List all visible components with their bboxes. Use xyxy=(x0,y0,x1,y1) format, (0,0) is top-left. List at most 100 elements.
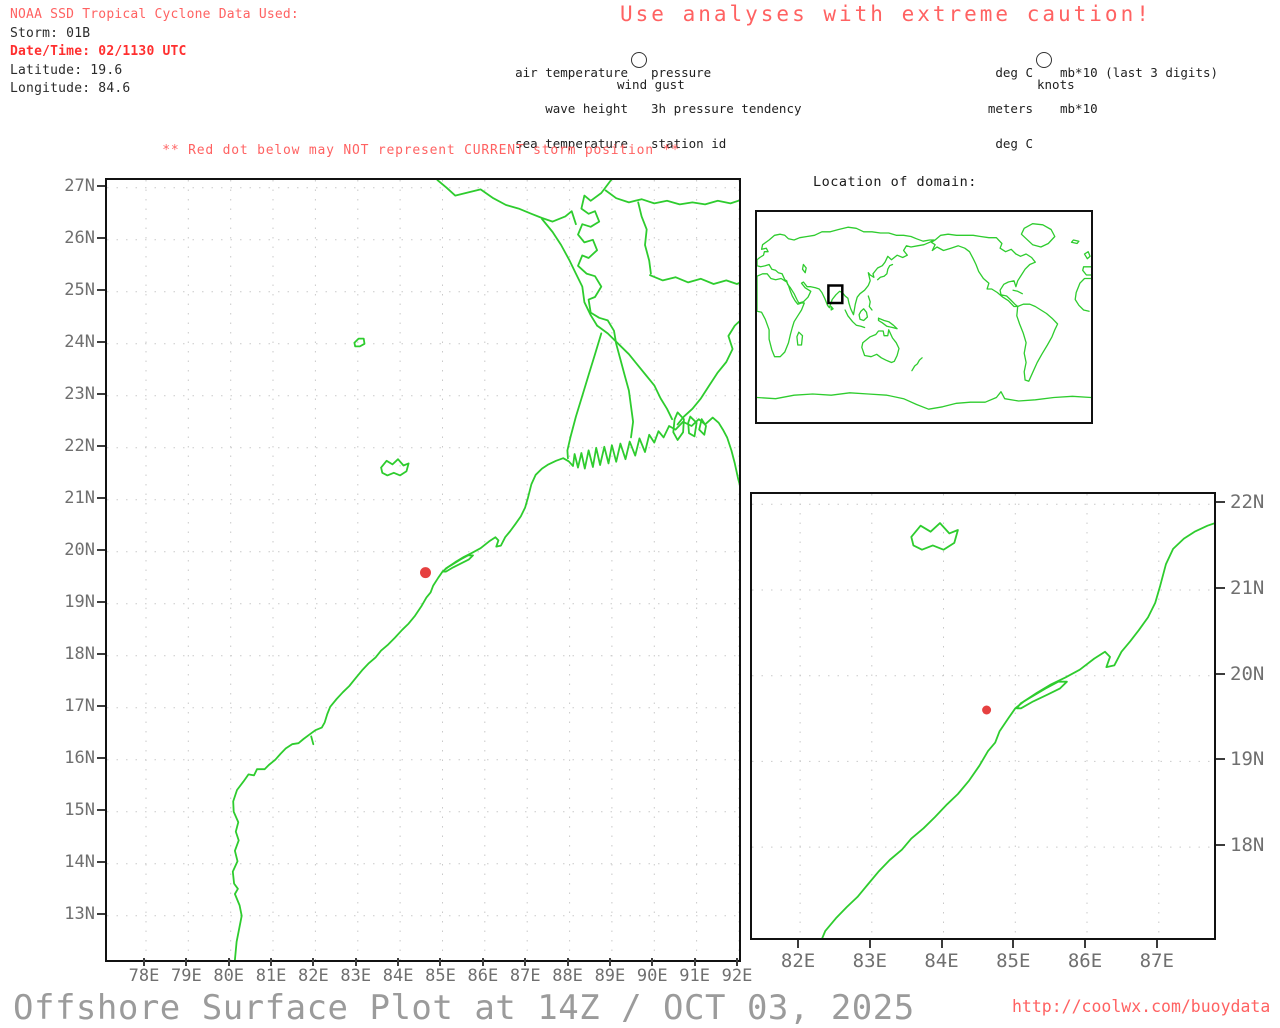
lon-tick-mark xyxy=(482,958,484,966)
coastline-path xyxy=(437,180,576,224)
lat-tick-mark xyxy=(97,497,105,499)
storm-dot xyxy=(982,706,991,715)
lat-tick-mark xyxy=(1216,587,1225,589)
lon-tick-mark xyxy=(185,958,187,966)
legend-unit-knots: knots xyxy=(1037,79,1075,91)
station-circle-icon xyxy=(631,52,647,68)
lat-tick-label: 18N xyxy=(55,644,95,664)
lon-tick-label: 78E xyxy=(122,966,166,986)
lat-tick-label: 17N xyxy=(55,696,95,716)
legend-right-right-column: mb*10 (last 3 digits) mb*10 xyxy=(1060,43,1218,138)
lat-tick-mark xyxy=(97,549,105,551)
legend-right-left-column: deg C meters deg C xyxy=(953,43,1033,174)
lat-tick-mark xyxy=(97,237,105,239)
legend-label: air temperature xyxy=(450,67,628,79)
coastline-path xyxy=(862,330,899,363)
lon-tick-mark xyxy=(1012,940,1014,948)
lat-tick-label: 24N xyxy=(55,332,95,352)
coastline-path xyxy=(912,358,922,371)
coastline-path xyxy=(911,523,958,550)
coastline-path xyxy=(311,736,313,744)
plot-title: Offshore Surface Plot at 14Z / OCT 03, 2… xyxy=(13,988,915,1028)
world-inset-title: Location of domain: xyxy=(813,174,977,190)
coastline-path xyxy=(542,219,597,326)
lon-tick-label: 82E xyxy=(773,950,823,972)
lat-tick-mark xyxy=(97,445,105,447)
coastline-path xyxy=(688,417,696,437)
coastline-path xyxy=(381,459,409,475)
lat-tick-mark xyxy=(97,185,105,187)
coastline-path xyxy=(567,333,601,458)
zoom-inset-map xyxy=(750,492,1216,940)
lon-tick-mark xyxy=(228,958,230,966)
lat-tick-label: 22N xyxy=(55,436,95,456)
coastline-path xyxy=(699,419,706,435)
coastline-path xyxy=(868,296,872,310)
coastline-path xyxy=(1075,279,1091,312)
coastline-path xyxy=(354,339,364,347)
coastline-path xyxy=(1085,252,1091,259)
lon-tick-mark xyxy=(797,940,799,948)
coastline-path xyxy=(650,275,739,284)
legend-unit: meters xyxy=(953,103,1033,115)
lon-tick-label: 81E xyxy=(249,966,293,986)
coastline-path xyxy=(443,555,473,571)
coastline-path xyxy=(1017,682,1067,709)
main-map xyxy=(105,178,741,962)
legend-label-wind-gust: wind gust xyxy=(617,79,685,91)
lat-tick-mark xyxy=(97,809,105,811)
coastline-path xyxy=(797,332,803,345)
lat-tick-label: 27N xyxy=(55,176,95,196)
page: { "colors": { "coast_green": "#2ecc2e", … xyxy=(0,0,1280,1024)
lat-tick-label: 15N xyxy=(55,800,95,820)
coastline-path xyxy=(1017,304,1058,381)
legend-unit: mb*10 xyxy=(1060,103,1218,115)
lat-tick-label: 13N xyxy=(55,904,95,924)
lon-tick-mark xyxy=(270,958,272,966)
lat-tick-mark xyxy=(97,653,105,655)
lat-tick-label: 16N xyxy=(55,748,95,768)
lon-tick-label: 89E xyxy=(588,966,632,986)
lon-tick-label: 80E xyxy=(207,966,251,986)
lat-tick-label: 21N xyxy=(55,488,95,508)
coastline-path xyxy=(597,326,672,420)
legend-unit: deg C xyxy=(953,138,1033,150)
coastline-path xyxy=(1072,240,1079,244)
lat-tick-label: 19N xyxy=(55,592,95,612)
lon-tick-label: 86E xyxy=(1060,950,1110,972)
lon-tick-label: 87E xyxy=(1132,950,1182,972)
lon-tick-mark xyxy=(869,940,871,948)
lon-tick-mark xyxy=(355,958,357,966)
lat-tick-label: 21N xyxy=(1230,577,1264,599)
lon-tick-label: 84E xyxy=(917,950,967,972)
lon-tick-mark xyxy=(143,958,145,966)
source-url: http://coolwx.com/buoydata xyxy=(1012,997,1270,1016)
lon-tick-mark xyxy=(567,958,569,966)
coastline-path xyxy=(752,494,1214,938)
lat-tick-mark xyxy=(1216,501,1225,503)
lat-tick-label: 25N xyxy=(55,280,95,300)
world-inset-map xyxy=(755,210,1093,424)
lat-tick-label: 23N xyxy=(55,384,95,404)
lon-tick-label: 79E xyxy=(164,966,208,986)
lon-tick-mark xyxy=(941,940,943,948)
lat-tick-mark xyxy=(97,601,105,603)
world-inset-canvas xyxy=(757,212,1091,422)
lat-tick-label: 18N xyxy=(1230,834,1264,856)
lon-tick-label: 83E xyxy=(334,966,378,986)
datetime-line: Date/Time: 02/1130 UTC xyxy=(10,43,299,62)
legend-unit: mb*10 (last 3 digits) xyxy=(1060,67,1218,79)
coastline-path xyxy=(859,309,867,321)
lon-tick-label: 83E xyxy=(845,950,895,972)
lat-tick-mark xyxy=(97,289,105,291)
coastline-path xyxy=(757,227,934,315)
lat-tick-label: 22N xyxy=(1230,491,1264,513)
coastline-path xyxy=(678,318,739,425)
coastline-path xyxy=(1013,290,1022,294)
coastline-path xyxy=(931,234,1035,306)
coastline-path xyxy=(845,310,865,328)
lat-tick-mark xyxy=(97,393,105,395)
storm-dot xyxy=(420,567,431,578)
lat-tick-mark xyxy=(1216,844,1225,846)
lat-tick-mark xyxy=(97,861,105,863)
